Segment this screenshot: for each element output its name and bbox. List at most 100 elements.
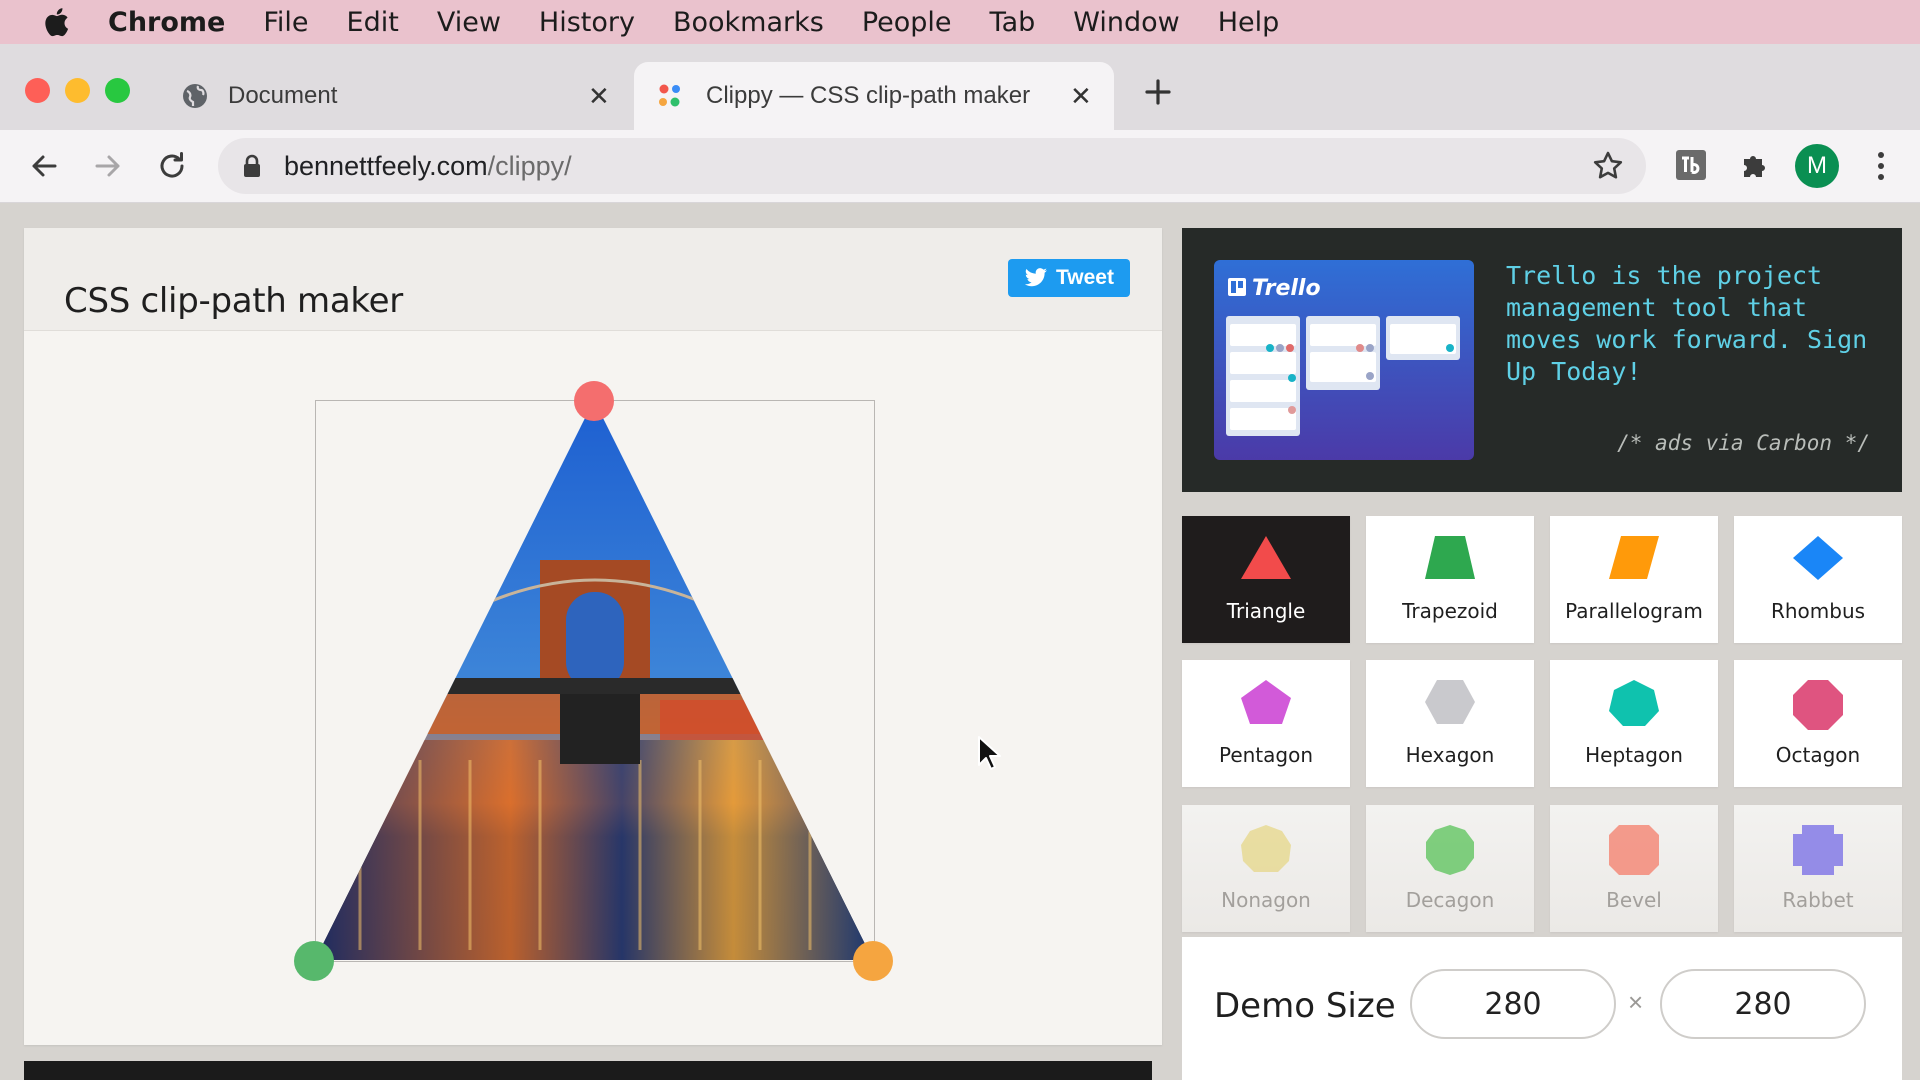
reload-button[interactable]: [152, 146, 192, 186]
shape-label: Pentagon: [1218, 743, 1314, 767]
shape-label: Decagon: [1405, 888, 1495, 912]
tab-clippy[interactable]: Clippy — CSS clip-path maker ✕: [634, 62, 1114, 130]
trapezoid-shape-icon: [1425, 536, 1475, 579]
hexagon-shape-icon: [1425, 680, 1475, 724]
bevel-shape-icon: [1609, 825, 1659, 875]
trello-wordmark: Trello: [1252, 276, 1321, 301]
shape-tile-pentagon[interactable]: Pentagon: [1182, 660, 1350, 787]
tab-document-close-icon[interactable]: ✕: [588, 81, 610, 112]
page-title: CSS clip-path maker: [64, 280, 403, 321]
tb-extension-icon: [1676, 150, 1706, 180]
macos-menubar: Chrome File Edit View History Bookmarks …: [0, 0, 1920, 44]
shape-tile-triangle[interactable]: Triangle: [1182, 516, 1350, 643]
menu-file[interactable]: File: [263, 7, 308, 38]
demo-height-input[interactable]: [1660, 969, 1866, 1039]
rabbet-shape-icon: [1793, 825, 1843, 875]
shape-label: Trapezoid: [1402, 599, 1498, 623]
size-separator: ×: [1628, 987, 1644, 1017]
window-close-button[interactable]: [25, 78, 50, 103]
demo-size-panel: Demo Size ×: [1182, 937, 1902, 1080]
code-panel-edge: [24, 1061, 1152, 1080]
menu-edit[interactable]: Edit: [347, 7, 399, 38]
vertex-handle-top[interactable]: [574, 381, 614, 421]
profile-initial: M: [1807, 152, 1827, 179]
shape-tile-parallelogram[interactable]: Parallelogram: [1550, 516, 1718, 643]
vertex-handle-bottom-right[interactable]: [853, 941, 893, 981]
plus-icon: [1145, 79, 1171, 105]
address-bar[interactable]: bennettfeely.com/clippy/: [218, 138, 1646, 194]
trello-logo-icon: [1228, 278, 1246, 296]
demo-width-input[interactable]: [1410, 969, 1616, 1039]
tab-clippy-close-icon[interactable]: ✕: [1070, 81, 1092, 112]
shape-tile-decagon[interactable]: Decagon: [1366, 805, 1534, 932]
clippy-favicon-icon: [656, 82, 684, 117]
window-minimize-button[interactable]: [65, 78, 90, 103]
shape-tile-nonagon[interactable]: Nonagon: [1182, 805, 1350, 932]
browser-toolbar: bennettfeely.com/clippy/ M: [0, 130, 1920, 203]
apple-menu-icon[interactable]: [40, 5, 96, 39]
tb-extension-button[interactable]: [1672, 146, 1710, 184]
tab-document-title: Document: [228, 82, 338, 109]
menu-app-chrome[interactable]: Chrome: [108, 7, 225, 38]
puzzle-icon: [1744, 156, 1765, 177]
triangle-shape-icon: [1241, 536, 1291, 579]
chrome-menu-button[interactable]: [1864, 146, 1898, 186]
shape-tile-bevel[interactable]: Bevel: [1550, 805, 1718, 932]
lock-icon[interactable]: [242, 154, 262, 183]
forward-button[interactable]: [88, 146, 128, 186]
globe-icon: [181, 82, 209, 117]
arrow-right-icon: [95, 155, 120, 177]
url-text[interactable]: bennettfeely.com/clippy/: [284, 151, 572, 182]
ad-credit[interactable]: /* ads via Carbon */: [1617, 431, 1870, 455]
menu-view[interactable]: View: [437, 7, 501, 38]
shape-tile-rabbet[interactable]: Rabbet: [1734, 805, 1902, 932]
shape-label: Triangle: [1226, 599, 1306, 623]
more-vert-icon: [1878, 152, 1884, 180]
shape-label: Rhombus: [1770, 599, 1866, 623]
tweet-button[interactable]: Tweet: [1008, 259, 1130, 297]
menu-help[interactable]: Help: [1218, 7, 1280, 38]
card-header: CSS clip-path maker Tweet: [24, 228, 1162, 331]
clip-demo-frame: [315, 400, 875, 962]
new-tab-button[interactable]: [1140, 74, 1176, 110]
carbon-ad[interactable]: Trello Trello is the project management …: [1182, 228, 1902, 492]
decagon-shape-icon: [1426, 825, 1474, 875]
shape-tile-trapezoid[interactable]: Trapezoid: [1366, 516, 1534, 643]
profile-avatar[interactable]: M: [1795, 144, 1839, 188]
menu-people[interactable]: People: [862, 7, 952, 38]
parallelogram-shape-icon: [1609, 536, 1659, 579]
menu-history[interactable]: History: [539, 7, 635, 38]
shape-tile-heptagon[interactable]: Heptagon: [1550, 660, 1718, 787]
shape-tile-hexagon[interactable]: Hexagon: [1366, 660, 1534, 787]
bookmark-star-icon[interactable]: [1592, 150, 1624, 187]
twitter-bird-icon: [1024, 268, 1048, 287]
url-domain: bennettfeely.com: [284, 151, 488, 181]
heptagon-shape-icon: [1609, 680, 1659, 726]
ad-copy[interactable]: Trello is the project management tool th…: [1506, 260, 1886, 388]
demo-size-label: Demo Size: [1214, 986, 1396, 1026]
arrow-left-icon: [32, 155, 57, 177]
shape-label: Nonagon: [1221, 888, 1311, 912]
shape-tile-rhombus[interactable]: Rhombus: [1734, 516, 1902, 643]
menu-bookmarks[interactable]: Bookmarks: [673, 7, 824, 38]
shape-label: Bevel: [1606, 888, 1662, 912]
tweet-label: Tweet: [1056, 266, 1114, 289]
shape-label: Heptagon: [1585, 743, 1683, 767]
pentagon-shape-icon: [1241, 680, 1291, 724]
shape-label: Rabbet: [1782, 888, 1854, 912]
back-button[interactable]: [24, 146, 64, 186]
vertex-handle-bottom-left[interactable]: [294, 941, 334, 981]
shape-tile-octagon[interactable]: Octagon: [1734, 660, 1902, 787]
menu-window[interactable]: Window: [1073, 7, 1179, 38]
window-zoom-button[interactable]: [105, 78, 130, 103]
tab-document[interactable]: Document ✕: [164, 62, 628, 130]
menu-tab[interactable]: Tab: [990, 7, 1036, 38]
url-path: /clippy/: [487, 151, 572, 181]
mouse-cursor-icon: [977, 735, 1001, 776]
octagon-shape-icon: [1793, 680, 1843, 730]
trello-ad-image[interactable]: Trello: [1214, 260, 1474, 460]
shape-label: Octagon: [1775, 743, 1861, 767]
shape-label: Hexagon: [1405, 743, 1495, 767]
shape-label: Parallelogram: [1565, 599, 1703, 623]
extensions-button[interactable]: [1736, 146, 1774, 184]
